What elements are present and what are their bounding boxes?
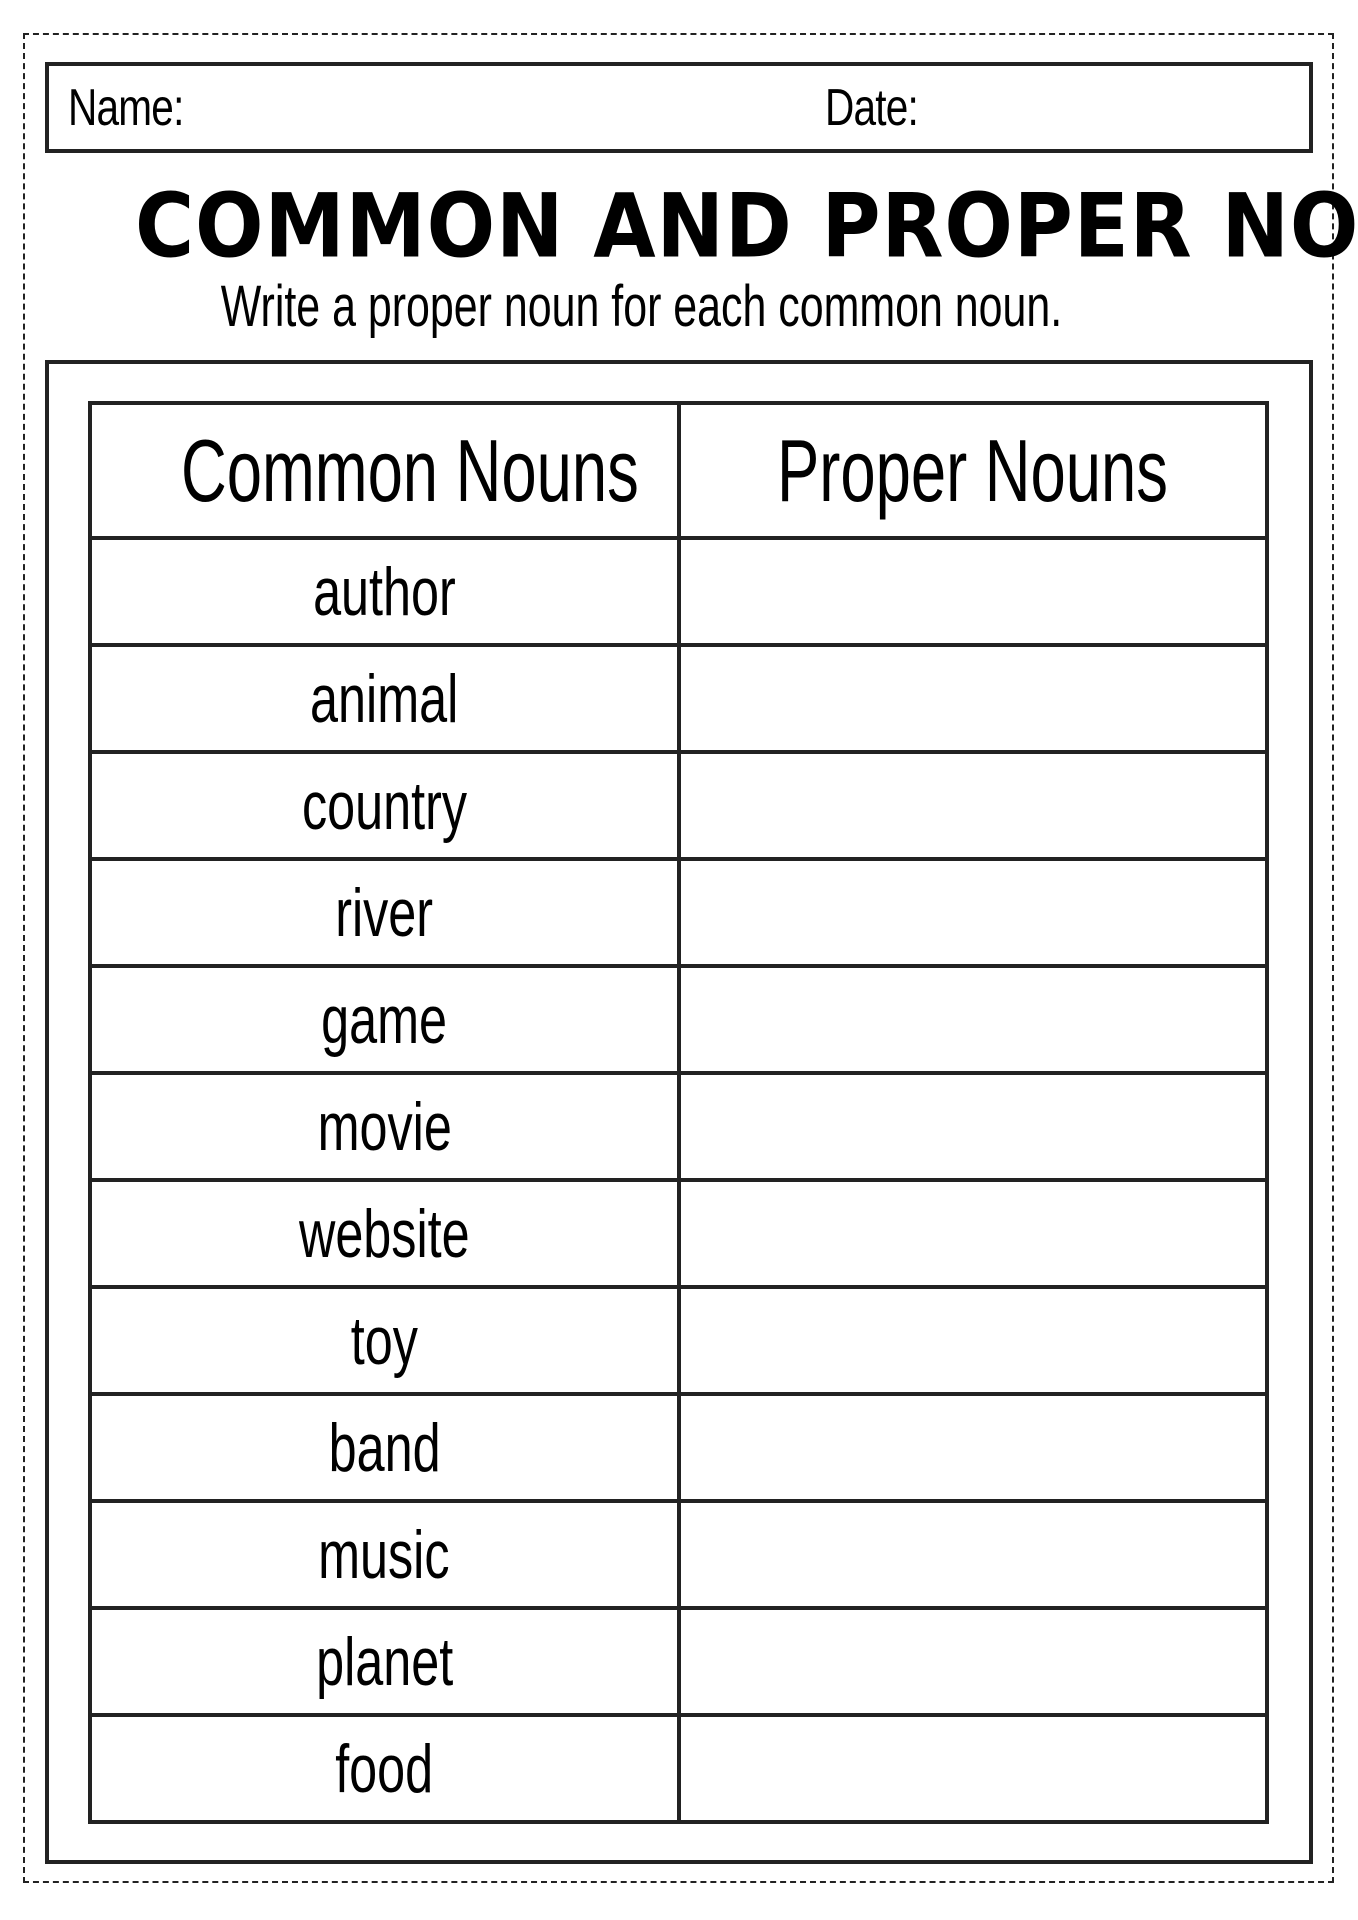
proper-noun-answer-cell[interactable] bbox=[676, 1606, 1269, 1717]
table-row: animal bbox=[88, 643, 1269, 754]
common-noun-cell: toy bbox=[88, 1285, 681, 1396]
table-row: music bbox=[88, 1499, 1269, 1610]
proper-noun-answer-cell[interactable] bbox=[676, 1071, 1269, 1182]
worksheet-instruction-text: Write a proper noun for each common noun… bbox=[221, 274, 1063, 339]
common-noun-cell: country bbox=[88, 750, 681, 861]
common-noun-cell: music bbox=[88, 1499, 681, 1610]
common-noun-cell: website bbox=[88, 1178, 681, 1289]
common-noun-cell: movie bbox=[88, 1071, 681, 1182]
column-header-proper-nouns: Proper Nouns bbox=[676, 401, 1269, 540]
name-field-label: Name: bbox=[68, 79, 184, 137]
common-noun-text: food bbox=[335, 1730, 434, 1807]
column-header-label: Proper Nouns bbox=[777, 420, 1169, 520]
proper-noun-answer-cell[interactable] bbox=[676, 536, 1269, 647]
worksheet-instruction: Write a proper noun for each common noun… bbox=[0, 274, 1284, 340]
date-field-label: Date: bbox=[825, 79, 919, 137]
common-noun-text: river bbox=[335, 874, 434, 951]
proper-noun-answer-cell[interactable] bbox=[676, 1178, 1269, 1289]
worksheet-title: COMMON AND PROPER NOUNS bbox=[0, 176, 1358, 276]
common-noun-cell: food bbox=[88, 1713, 681, 1824]
column-header-label: Common Nouns bbox=[181, 420, 639, 520]
proper-noun-answer-cell[interactable] bbox=[676, 643, 1269, 754]
common-noun-cell: river bbox=[88, 857, 681, 968]
common-noun-cell: author bbox=[88, 536, 681, 647]
common-noun-text: animal bbox=[310, 660, 459, 737]
table-row: author bbox=[88, 536, 1269, 647]
common-noun-cell: planet bbox=[88, 1606, 681, 1717]
worksheet-title-text: COMMON AND PROPER NOUNS bbox=[135, 174, 1358, 278]
table-body: author animal country river game movie website… bbox=[88, 536, 1269, 1824]
table-row: food bbox=[88, 1713, 1269, 1824]
table-row: planet bbox=[88, 1606, 1269, 1717]
proper-noun-answer-cell[interactable] bbox=[676, 1499, 1269, 1610]
proper-noun-answer-cell[interactable] bbox=[676, 857, 1269, 968]
table-row: country bbox=[88, 750, 1269, 861]
proper-noun-answer-cell[interactable] bbox=[676, 1285, 1269, 1396]
proper-noun-answer-cell[interactable] bbox=[676, 750, 1269, 861]
table-row: website bbox=[88, 1178, 1269, 1289]
common-noun-cell: animal bbox=[88, 643, 681, 754]
proper-noun-answer-cell[interactable] bbox=[676, 964, 1269, 1075]
table-row: toy bbox=[88, 1285, 1269, 1396]
common-noun-text: planet bbox=[315, 1623, 453, 1700]
common-noun-text: game bbox=[321, 981, 448, 1058]
nouns-table: Common Nouns Proper Nouns author animal co… bbox=[88, 401, 1269, 1824]
common-noun-text: movie bbox=[317, 1088, 452, 1165]
common-noun-text: website bbox=[298, 1195, 470, 1272]
table-row: river bbox=[88, 857, 1269, 968]
name-date-box: Name: Date: bbox=[45, 62, 1313, 153]
table-row: band bbox=[88, 1392, 1269, 1503]
common-noun-cell: game bbox=[88, 964, 681, 1075]
common-noun-text: toy bbox=[350, 1302, 418, 1379]
proper-noun-answer-cell[interactable] bbox=[676, 1392, 1269, 1503]
table-header-row: Common Nouns Proper Nouns bbox=[88, 401, 1269, 540]
table-row: game bbox=[88, 964, 1269, 1075]
common-noun-cell: band bbox=[88, 1392, 681, 1503]
common-noun-text: country bbox=[301, 767, 467, 844]
common-noun-text: author bbox=[312, 553, 456, 630]
common-noun-text: music bbox=[318, 1516, 450, 1593]
proper-noun-answer-cell[interactable] bbox=[676, 1713, 1269, 1824]
column-header-common-nouns: Common Nouns bbox=[88, 401, 681, 540]
table-row: movie bbox=[88, 1071, 1269, 1182]
common-noun-text: band bbox=[328, 1409, 441, 1486]
